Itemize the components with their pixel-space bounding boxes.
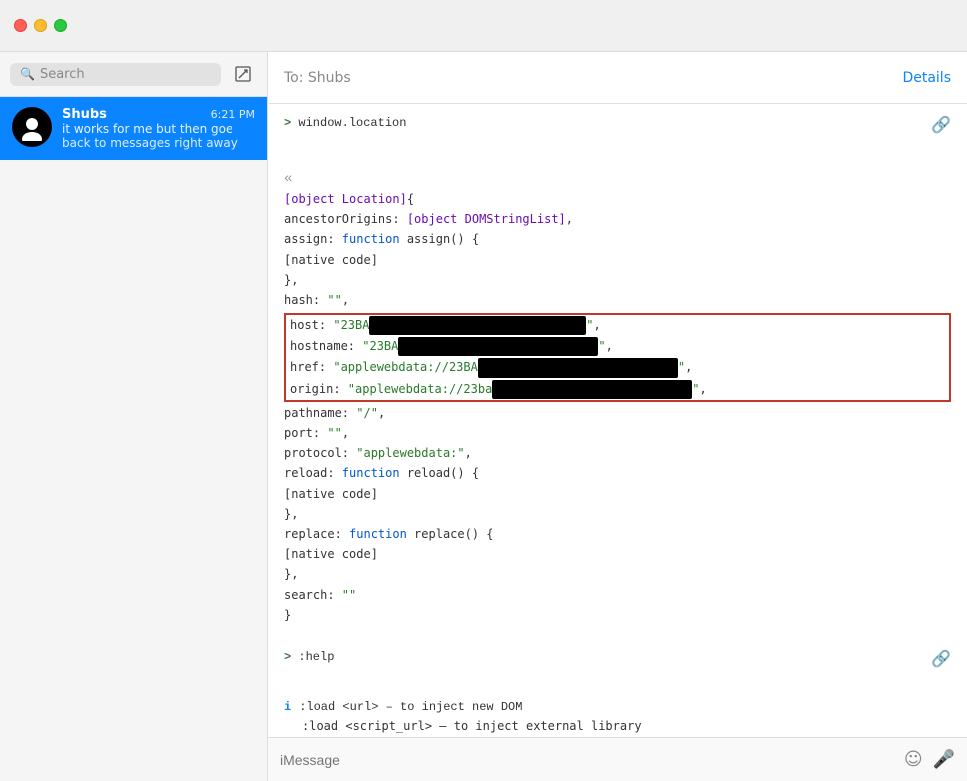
message-block-window-location: > window.location 🔗	[284, 114, 951, 140]
code-line-5: },	[284, 273, 298, 287]
info-text-2: :load <script_url> – to inject external …	[284, 717, 951, 736]
conv-name: Shubs	[62, 107, 107, 122]
sidebar-search-bar: 🔍 Search	[0, 52, 267, 97]
main-chat: To: Shubs Details > window.location 🔗 «	[268, 52, 967, 781]
code-close-brace: }	[284, 608, 291, 622]
message-block-help: > :help 🔗	[284, 648, 951, 674]
code-hostname-line: hostname: "23BA ",	[286, 336, 949, 357]
code-reload-line: reload: function reload() {	[284, 466, 479, 480]
code-replace-line: replace: function replace() {	[284, 527, 494, 541]
chat-to: To: Shubs	[284, 70, 351, 86]
command-line: > window.location	[284, 114, 406, 133]
code-host-line: host: "23BA ",	[286, 315, 949, 336]
compose-icon	[234, 65, 252, 83]
conversation-item-shubs[interactable]: Shubs 6:21 PM it works for me but then g…	[0, 97, 267, 160]
chat-messages: > window.location 🔗 « [object Location]{…	[268, 104, 967, 737]
search-input-wrap[interactable]: 🔍 Search	[10, 63, 221, 86]
code-line-3: assign: function assign() {	[284, 232, 479, 246]
conversation-content: Shubs 6:21 PM it works for me but then g…	[62, 107, 255, 150]
help-command-text: :help	[298, 650, 334, 664]
code-replace-close: },	[284, 567, 298, 581]
to-name: Shubs	[308, 70, 351, 86]
prompt-icon: >	[284, 116, 291, 130]
input-actions: ☺ 🎤	[904, 749, 955, 770]
conv-preview-line2: back to messages right away	[62, 136, 255, 150]
code-href-line: href: "applewebdata://23BA ",	[286, 357, 949, 378]
code-reload-native: [native code]	[284, 487, 378, 501]
mic-button[interactable]: 🎤	[933, 749, 955, 770]
app-container: 🔍 Search Shubs	[0, 52, 967, 781]
emoji-button[interactable]: ☺	[904, 749, 923, 770]
help-command-line: > :help	[284, 648, 334, 667]
message-input[interactable]	[280, 752, 904, 768]
highlighted-redacted-block: host: "23BA ", hostname: "23BA ", href: …	[284, 313, 951, 402]
info-icon: i	[284, 698, 291, 717]
conv-preview-line1: it works for me but then goes ✕	[62, 122, 232, 136]
fullscreen-button[interactable]	[54, 19, 67, 32]
to-label: To:	[284, 70, 308, 86]
info-line-1: i :load <url> – to inject new DOM	[284, 698, 951, 717]
code-pathname-line: pathname: "/",	[284, 406, 385, 420]
redacted-host	[369, 316, 586, 335]
info-text-1: :load <url> – to inject new DOM	[299, 698, 522, 717]
avatar-icon	[18, 113, 46, 141]
code-output-block: « [object Location]{ ancestorOrigins: [o…	[284, 164, 951, 630]
search-input-placeholder: Search	[40, 67, 85, 82]
command-text: window.location	[298, 116, 406, 130]
chat-input-bar: ☺ 🎤	[268, 737, 967, 781]
code-line-2: ancestorOrigins: [object DOMStringList],	[284, 212, 573, 226]
code-line-6: hash: "",	[284, 293, 349, 307]
code-port-line: port: "",	[284, 426, 349, 440]
collapse-arrow: «	[284, 171, 292, 187]
chat-header: To: Shubs Details	[268, 52, 967, 104]
help-link-icon: 🔗	[931, 648, 951, 674]
details-button[interactable]: Details	[902, 70, 951, 86]
conv-header: Shubs 6:21 PM	[62, 107, 255, 122]
sidebar: 🔍 Search Shubs	[0, 52, 268, 781]
code-line-4: [native code]	[284, 253, 378, 267]
title-bar	[0, 0, 967, 52]
code-replace-native: [native code]	[284, 547, 378, 561]
code-origin-line: origin: "applewebdata://23ba ",	[286, 379, 949, 400]
minimize-button[interactable]	[34, 19, 47, 32]
avatar	[12, 107, 52, 147]
help-prompt-icon: >	[284, 650, 291, 664]
code-reload-close: },	[284, 507, 298, 521]
redacted-origin	[492, 380, 692, 399]
link-icon: 🔗	[931, 114, 951, 140]
code-search-line: search: ""	[284, 588, 356, 602]
redacted-href	[478, 358, 678, 377]
close-button[interactable]	[14, 19, 27, 32]
redacted-hostname	[398, 337, 598, 356]
compose-button[interactable]	[229, 60, 257, 88]
code-protocol-line: protocol: "applewebdata:",	[284, 446, 472, 460]
info-block: i :load <url> – to inject new DOM :load …	[284, 698, 951, 737]
traffic-lights	[0, 19, 81, 32]
code-line-1: [object Location]{	[284, 192, 414, 206]
conv-time: 6:21 PM	[211, 108, 255, 121]
search-icon: 🔍	[20, 67, 35, 81]
